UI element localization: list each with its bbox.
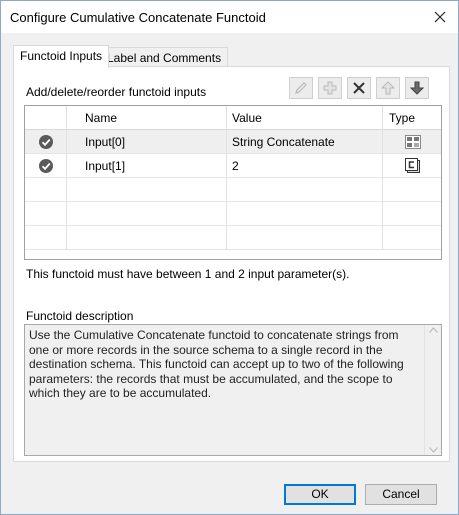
table-row[interactable]: Input[1] 2 (25, 154, 441, 178)
empty-row (25, 178, 441, 202)
input-value-cell (227, 178, 383, 202)
column-header-value[interactable]: Value (227, 106, 383, 130)
input-type-cell (383, 226, 441, 250)
description-label: Functoid description (26, 309, 134, 323)
move-down-button[interactable] (405, 77, 429, 99)
header-selector (25, 106, 67, 130)
close-icon (434, 11, 446, 23)
row-selector (25, 226, 67, 250)
close-button[interactable] (428, 5, 452, 29)
empty-row (25, 226, 441, 250)
description-scrollbar[interactable] (424, 325, 441, 455)
table-row[interactable]: Input[0] String Concatenate (25, 130, 441, 154)
edit-icon (295, 82, 307, 94)
input-value-cell[interactable]: String Concatenate (227, 130, 383, 154)
input-type-cell (383, 154, 441, 178)
input-name-cell: Input[1] (67, 154, 227, 178)
scroll-down-icon[interactable] (429, 447, 438, 453)
row-selector (25, 202, 67, 226)
functoid-inputs-panel: Add/delete/reorder functoid inputs Name (13, 66, 450, 462)
inputs-caption: Add/delete/reorder functoid inputs (26, 85, 207, 99)
add-input-button[interactable] (318, 77, 342, 99)
input-name-cell (67, 178, 227, 202)
title-bar: Configure Cumulative Concatenate Functoi… (1, 1, 458, 33)
row-selector[interactable] (25, 130, 67, 154)
check-icon (38, 135, 53, 149)
ok-button[interactable]: OK (284, 484, 356, 505)
description-text: Use the Cumulative Concatenate functoid … (29, 328, 404, 400)
column-header-type[interactable]: Type (383, 106, 441, 130)
input-type-cell (383, 178, 441, 202)
tab-functoid-inputs[interactable]: Functoid Inputs (13, 45, 110, 68)
input-name-cell (67, 202, 227, 226)
input-value-cell (227, 202, 383, 226)
row-selector (25, 178, 67, 202)
scroll-up-icon[interactable] (429, 327, 438, 333)
move-up-button[interactable] (376, 77, 400, 99)
dialog-window: Configure Cumulative Concatenate Functoi… (0, 0, 459, 515)
empty-row (25, 202, 441, 226)
input-name-cell (67, 226, 227, 250)
dialog-title: Configure Cumulative Concatenate Functoi… (10, 10, 266, 25)
cancel-button[interactable]: Cancel (365, 484, 437, 505)
record-link-icon (405, 135, 421, 149)
input-value-cell[interactable]: 2 (227, 154, 383, 178)
add-icon (323, 81, 337, 95)
edit-input-button[interactable] (289, 77, 313, 99)
input-type-cell (383, 202, 441, 226)
input-count-message: This functoid must have between 1 and 2 … (26, 267, 350, 281)
grid-header: Name Value Type (25, 106, 441, 130)
inputs-toolbar (289, 77, 429, 99)
input-name-cell: Input[0] (67, 130, 227, 154)
move-up-icon (380, 81, 396, 95)
row-selector[interactable] (25, 154, 67, 178)
input-type-cell (383, 130, 441, 154)
description-textbox[interactable]: Use the Cumulative Concatenate functoid … (24, 324, 442, 456)
input-value-cell (227, 226, 383, 250)
constant-icon (405, 158, 420, 173)
inputs-grid: Name Value Type Input[0] String Concaten… (24, 105, 442, 260)
delete-input-button[interactable] (347, 77, 371, 99)
tab-label-and-comments[interactable]: Label and Comments (100, 47, 229, 68)
delete-icon (353, 82, 365, 94)
move-down-icon (409, 81, 425, 95)
check-icon (38, 159, 53, 173)
column-header-name[interactable]: Name (67, 106, 227, 130)
